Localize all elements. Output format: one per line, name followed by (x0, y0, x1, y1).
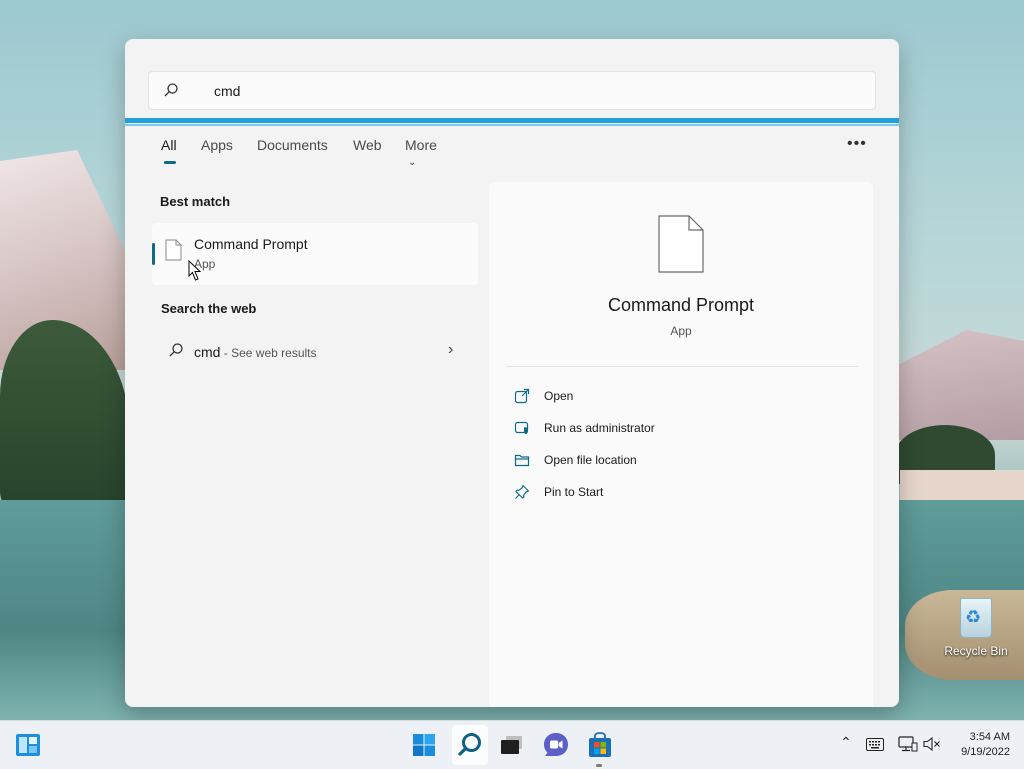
search-query-text: cmd (214, 83, 241, 99)
web-result-suffix: - See web results (220, 346, 317, 360)
active-tab-indicator (164, 161, 176, 164)
volume-muted-icon[interactable] (923, 736, 941, 752)
more-options-button[interactable]: ••• (847, 135, 867, 153)
store-icon[interactable] (584, 729, 616, 761)
open-external-icon (514, 388, 530, 404)
search-icon[interactable] (454, 729, 486, 761)
recycle-bin-icon: ♻ (960, 598, 992, 638)
wallpaper-mountain-right (880, 330, 1024, 440)
web-result-text: cmd - See web results (194, 344, 317, 360)
task-view-icon[interactable] (496, 729, 528, 761)
system-clock[interactable]: 3:54 AM 9/19/2022 (946, 730, 1010, 760)
clock-date: 9/19/2022 (961, 746, 1010, 758)
detail-app-name: Command Prompt (607, 295, 755, 315)
mouse-cursor-icon (188, 260, 202, 281)
tab-more-label: More (405, 137, 437, 153)
action-run-as-admin-label: Run as administrator (544, 421, 655, 435)
tab-web[interactable]: Web (353, 137, 382, 153)
file-icon (165, 239, 182, 261)
search-web-heading: Search the web (161, 301, 257, 316)
clock-time: 3:54 AM (969, 731, 1010, 743)
start-icon[interactable] (408, 729, 440, 761)
detail-app-type: App (670, 324, 692, 338)
pin-icon (515, 484, 530, 499)
recycle-bin-label: Recycle Bin (944, 644, 1008, 658)
web-result-query: cmd (194, 344, 221, 360)
tab-documents[interactable]: Documents (257, 137, 328, 153)
search-panel: cmd All Apps Documents Web More ⌄ ••• Bes… (125, 39, 899, 707)
desktop-recycle-bin[interactable]: ♻ Recycle Bin (940, 598, 1012, 658)
web-search-result[interactable]: cmd - See web results › (152, 335, 478, 369)
search-icon (169, 343, 183, 357)
action-pin-to-start-label: Pin to Start (544, 485, 604, 499)
best-match-heading: Best match (160, 194, 231, 209)
tab-apps[interactable]: Apps (201, 137, 233, 153)
tab-more[interactable]: More ⌄ (405, 137, 437, 169)
show-hidden-icons-chevron-up-icon[interactable]: ⌃ (840, 734, 852, 751)
file-icon (658, 215, 704, 273)
tab-all[interactable]: All (161, 137, 177, 153)
folder-icon (514, 454, 530, 467)
chevron-right-icon: › (448, 341, 454, 358)
search-focus-bar (125, 118, 899, 123)
divider (506, 366, 858, 367)
action-open-label: Open (544, 389, 574, 403)
search-focus-bar-glow (125, 124, 899, 126)
teams-chat-icon[interactable] (540, 729, 572, 761)
action-open-file-location-label: Open file location (544, 453, 637, 467)
store-running-indicator (596, 764, 602, 767)
result-detail-pane: Command Prompt App Open Run as administr… (489, 182, 873, 707)
taskbar: ⌃ 3:54 AM 9/19/2022 (0, 720, 1024, 769)
widgets-icon[interactable] (12, 729, 44, 761)
best-match-name: Command Prompt (194, 236, 308, 252)
keyboard-icon[interactable] (866, 738, 884, 751)
shield-icon (514, 421, 529, 435)
selection-indicator (152, 243, 155, 265)
search-input[interactable]: cmd (148, 71, 876, 110)
network-icon[interactable] (898, 736, 918, 752)
chevron-down-icon: ⌄ (408, 157, 417, 168)
search-icon (164, 83, 178, 97)
